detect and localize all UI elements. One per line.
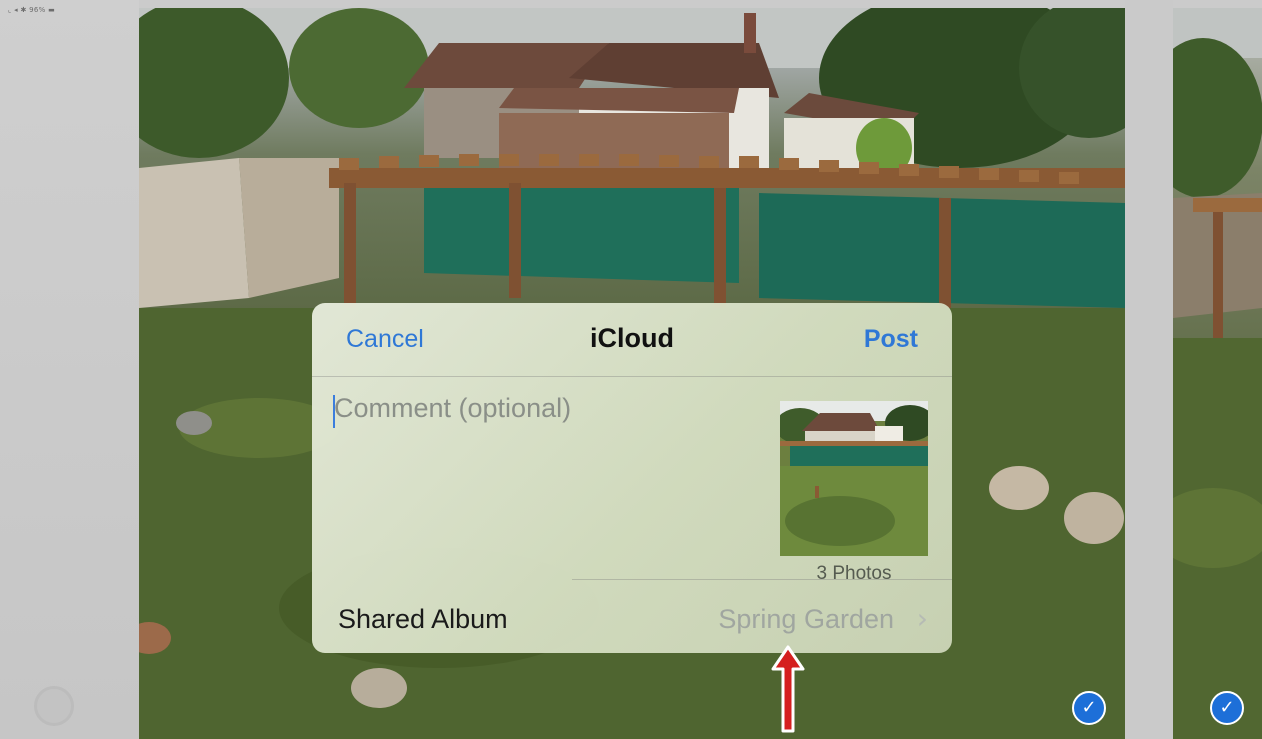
- status-bar: ⌞ ◂ ✱ 96% ▬: [8, 6, 56, 14]
- left-photo-strip: ⌞ ◂ ✱ 96% ▬: [0, 0, 139, 739]
- photo-select-checkmark-icon[interactable]: ✓: [1072, 691, 1106, 725]
- shared-album-label: Shared Album: [338, 604, 508, 634]
- icloud-share-sheet: Cancel iCloud Post 3 Photos Shared Album…: [312, 303, 952, 653]
- sheet-header: Cancel iCloud Post: [312, 303, 952, 377]
- next-photo[interactable]: ✓: [1173, 8, 1262, 739]
- top-background: [139, 0, 1262, 8]
- thumbnail-image: [780, 401, 928, 556]
- comment-input[interactable]: [334, 393, 754, 563]
- photo-gap: [1125, 0, 1173, 739]
- shared-album-value: Spring Garden: [718, 604, 894, 634]
- home-button[interactable]: [34, 686, 74, 726]
- next-photo-checkmark-icon[interactable]: ✓: [1210, 691, 1244, 725]
- photos-count: 3 Photos: [816, 563, 892, 580]
- photo-stack-thumbnail: [780, 401, 928, 556]
- post-button[interactable]: Post: [864, 325, 918, 354]
- shared-album-row[interactable]: Shared Album Spring Garden ›: [312, 580, 952, 653]
- annotation-arrow-icon: [771, 645, 805, 733]
- chevron-right-icon: ›: [916, 602, 928, 635]
- sheet-title: iCloud: [590, 323, 674, 353]
- next-photo-illustration: [1173, 8, 1262, 739]
